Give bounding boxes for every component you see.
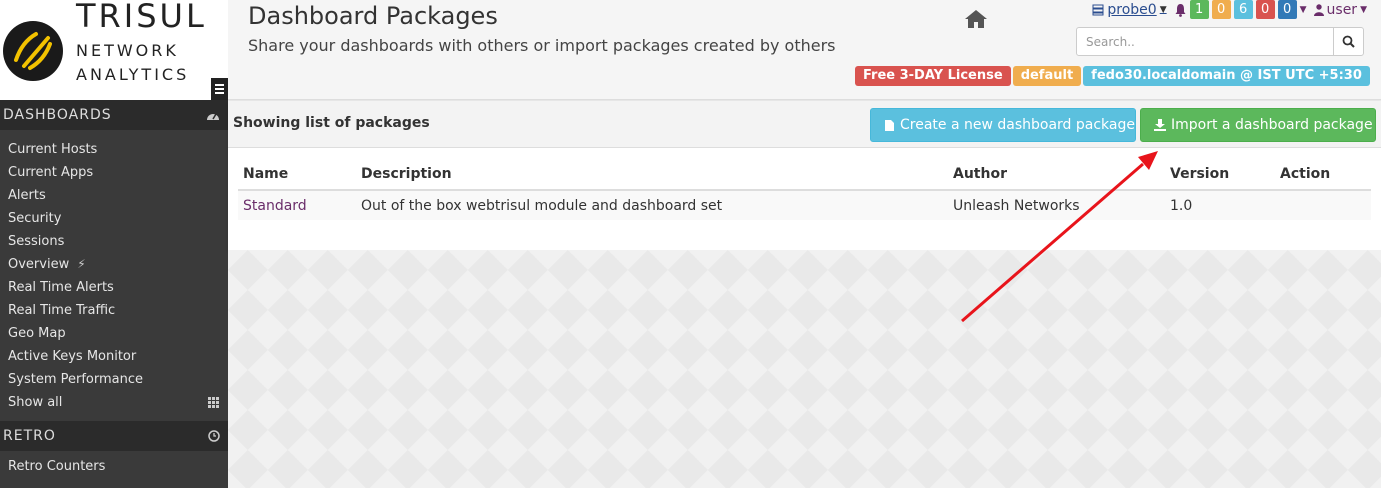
grid-icon	[208, 397, 219, 408]
cell-name: Standard	[238, 190, 356, 220]
alert-count-badge[interactable]: 0	[1277, 0, 1297, 19]
sidebar-item-overview[interactable]: Overview ⚡︎	[0, 253, 228, 276]
alert-count-badge[interactable]: 1	[1189, 0, 1209, 19]
brand-subtitle-network: NETWORK	[76, 41, 179, 60]
context-badge[interactable]: default	[1012, 66, 1082, 86]
file-icon	[885, 119, 894, 131]
sidebar-item-label: Real Time Traffic	[8, 303, 116, 318]
tachometer-icon[interactable]	[206, 109, 220, 121]
server-icon	[1092, 4, 1104, 15]
sidebar-item-geo-map[interactable]: Geo Map	[0, 322, 228, 345]
sidebar-retro-list: Retro Counters	[0, 451, 228, 485]
chevron-down-icon: ▼	[1159, 4, 1167, 15]
sidebar-item-label: Real Time Alerts	[8, 280, 114, 295]
sidebar: DASHBOARDS Current Hosts Current Apps Al…	[0, 100, 228, 488]
packages-panel: Showing list of packages Create a new da…	[228, 101, 1381, 250]
sidebar-header-dashboards: DASHBOARDS	[0, 100, 228, 130]
sidebar-header-label: DASHBOARDS	[3, 107, 112, 123]
probe-selector[interactable]: probe0 ▼	[1092, 1, 1167, 18]
sidebar-item-real-time-alerts[interactable]: Real Time Alerts	[0, 276, 228, 299]
menu-toggle-icon[interactable]	[211, 78, 228, 100]
import-package-button[interactable]: Import a dashboard package	[1140, 108, 1376, 142]
column-header-description: Description	[356, 158, 948, 191]
create-package-label: Create a new dashboard package	[900, 117, 1135, 133]
table-header-row: Name Description Author Version Action	[238, 158, 1371, 191]
page-subtitle: Share your dashboards with others or imp…	[248, 36, 836, 55]
column-header-author: Author	[948, 158, 1165, 191]
sidebar-item-real-time-traffic[interactable]: Real Time Traffic	[0, 299, 228, 322]
alert-count-badge[interactable]: 0	[1211, 0, 1231, 19]
status-labels: Free 3-DAY License default fedo30.locald…	[855, 66, 1370, 86]
page-header: Dashboard Packages Share your dashboards…	[228, 0, 1381, 100]
brand-title: TRISUL	[76, 0, 207, 35]
create-package-button[interactable]: Create a new dashboard package	[870, 108, 1136, 142]
column-header-action: Action	[1275, 158, 1371, 191]
import-package-label: Import a dashboard package	[1171, 117, 1373, 133]
alert-count-badge[interactable]: 0	[1255, 0, 1275, 19]
chevron-down-icon: ▼	[1360, 4, 1367, 15]
panel-title: Showing list of packages	[233, 115, 430, 131]
sidebar-item-show-all[interactable]: Show all	[0, 391, 228, 414]
user-menu[interactable]: user ▼	[1313, 1, 1367, 18]
trisul-logo-icon[interactable]	[2, 20, 64, 82]
chevron-down-icon[interactable]: ▼	[1300, 5, 1307, 15]
column-header-version: Version	[1165, 158, 1275, 191]
sidebar-item-current-hosts[interactable]: Current Hosts	[0, 138, 228, 161]
download-icon	[1154, 119, 1166, 131]
license-badge[interactable]: Free 3-DAY License	[855, 66, 1011, 86]
sidebar-item-label: Overview	[8, 257, 70, 272]
host-timezone-badge: fedo30.localdomain @ IST UTC +5:30	[1083, 66, 1370, 86]
brand-subtitle-analytics: ANALYTICS	[76, 65, 190, 84]
sidebar-item-label: Retro Counters	[8, 459, 106, 474]
sidebar-item-label: Active Keys Monitor	[8, 349, 137, 364]
user-icon	[1313, 3, 1324, 16]
home-icon[interactable]	[964, 8, 988, 30]
sidebar-item-label: System Performance	[8, 372, 143, 387]
brand-block: TRISUL NETWORK ANALYTICS	[0, 0, 228, 100]
sidebar-item-sessions[interactable]: Sessions	[0, 230, 228, 253]
probe-label: probe0	[1107, 1, 1157, 18]
cell-author: Unleash Networks	[948, 190, 1165, 220]
column-header-name: Name	[238, 158, 356, 191]
bolt-icon: ⚡︎	[77, 257, 86, 271]
sidebar-item-label: Alerts	[8, 188, 46, 203]
alert-count-badge[interactable]: 6	[1233, 0, 1253, 19]
search-box	[1076, 27, 1364, 56]
page-background	[228, 250, 1381, 488]
sidebar-item-label: Security	[8, 211, 62, 226]
search-button[interactable]	[1333, 28, 1363, 55]
panel-header: Showing list of packages Create a new da…	[228, 101, 1381, 148]
top-nav: probe0 ▼ 1 0 6 0 0 ▼ user ▼	[1092, 0, 1367, 19]
search-icon	[1342, 35, 1355, 48]
sidebar-header-label: RETRO	[3, 428, 56, 444]
clock-icon[interactable]	[208, 430, 220, 442]
page-title: Dashboard Packages	[248, 2, 498, 30]
packages-table: Name Description Author Version Action S…	[238, 158, 1371, 220]
package-name-link[interactable]: Standard	[243, 198, 307, 214]
bell-icon[interactable]	[1174, 3, 1187, 17]
cell-description: Out of the box webtrisul module and dash…	[356, 190, 948, 220]
user-label: user	[1326, 1, 1358, 18]
sidebar-item-label: Current Hosts	[8, 142, 98, 157]
sidebar-item-current-apps[interactable]: Current Apps	[0, 161, 228, 184]
sidebar-item-label: Sessions	[8, 234, 65, 249]
sidebar-dashboards-list: Current Hosts Current Apps Alerts Securi…	[0, 130, 228, 421]
sidebar-item-security[interactable]: Security	[0, 207, 228, 230]
sidebar-item-alerts[interactable]: Alerts	[0, 184, 228, 207]
sidebar-header-retro: RETRO	[0, 421, 228, 451]
sidebar-item-label: Current Apps	[8, 165, 94, 180]
cell-action	[1275, 190, 1371, 220]
table-row: Standard Out of the box webtrisul module…	[238, 190, 1371, 220]
sidebar-item-retro-counters[interactable]: Retro Counters	[0, 455, 228, 478]
cell-version: 1.0	[1165, 190, 1275, 220]
search-input[interactable]	[1077, 28, 1333, 55]
sidebar-item-active-keys-monitor[interactable]: Active Keys Monitor	[0, 345, 228, 368]
sidebar-item-system-performance[interactable]: System Performance	[0, 368, 228, 391]
sidebar-item-label: Geo Map	[8, 326, 66, 341]
sidebar-item-label: Show all	[8, 395, 63, 410]
